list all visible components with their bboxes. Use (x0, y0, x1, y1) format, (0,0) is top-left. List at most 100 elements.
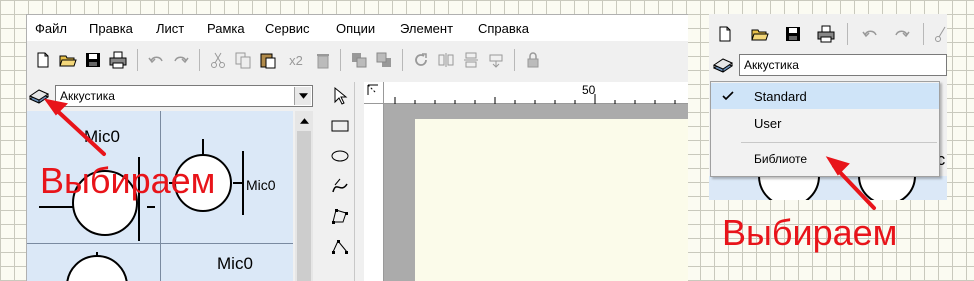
mirror-h-button[interactable] (435, 49, 457, 71)
symbol-cell-mic-4[interactable]: Mic0 (161, 244, 293, 281)
mirror-horizontal-icon (438, 53, 454, 67)
ruler-origin-icon (367, 84, 378, 95)
toolbar-separator (340, 49, 341, 71)
library-books-button[interactable] (711, 54, 735, 76)
toolbar-separator (847, 23, 848, 45)
rectangle-tool[interactable] (328, 114, 352, 138)
rotate-button[interactable] (410, 49, 432, 71)
ellipse-icon (331, 150, 349, 162)
menu-service[interactable]: Сервис (265, 21, 310, 36)
align-button[interactable] (485, 49, 507, 71)
save-icon (86, 53, 100, 67)
menu-help[interactable]: Справка (478, 21, 529, 36)
scrollbar-thumb[interactable] (297, 131, 311, 281)
main-window: Файл Правка Лист Рамка Сервис Опции Элем… (26, 14, 688, 281)
new-file-icon (37, 52, 49, 68)
annotation-text-right: Выбираем (722, 212, 898, 253)
menu-bar: Файл Правка Лист Рамка Сервис Опции Элем… (27, 15, 688, 41)
bring-front-button[interactable] (348, 49, 370, 71)
save-button[interactable] (82, 49, 104, 71)
ellipse-tool[interactable] (328, 144, 352, 168)
menu-element[interactable]: Элемент (400, 21, 453, 36)
polygon-icon (332, 209, 348, 224)
open-folder-icon (751, 29, 769, 41)
mirror-v-button[interactable] (460, 49, 482, 71)
vertical-ruler (364, 104, 384, 281)
open-button[interactable] (749, 23, 771, 45)
menu-item-standard[interactable]: Standard (711, 83, 939, 109)
select-tool[interactable] (328, 84, 352, 108)
print-button[interactable] (107, 49, 129, 71)
annotation-text-left: Выбираем (40, 160, 216, 201)
open-folder-icon (59, 55, 77, 67)
library-dropdown-menu: Standard User Библиоте (710, 81, 940, 177)
copy-icon (235, 52, 251, 69)
library-scrollbar[interactable] (295, 111, 313, 281)
print-button[interactable] (815, 23, 837, 45)
menu-separator (741, 142, 937, 143)
align-icon (489, 54, 503, 68)
toolbar-separator (402, 49, 403, 71)
bring-front-icon (352, 53, 367, 68)
library-books-button[interactable] (27, 85, 51, 107)
microphone-symbol-icon (66, 252, 128, 281)
redo-button[interactable] (891, 23, 913, 45)
new-file-button[interactable] (32, 49, 54, 71)
toolbar: x2 (27, 42, 688, 82)
toolbar-separator (199, 49, 200, 71)
menu-file[interactable]: Файл (35, 21, 67, 36)
library-combobox-value: Аккустика (744, 58, 799, 72)
send-back-icon (376, 52, 391, 67)
ruler-corner (364, 82, 384, 104)
menu-options[interactable]: Опции (336, 21, 375, 36)
paste-icon (260, 53, 276, 69)
duplicate-button[interactable]: x2 (283, 49, 309, 71)
menu-edit[interactable]: Правка (89, 21, 133, 36)
chevron-up-icon (299, 118, 309, 124)
polygon-tool[interactable] (328, 204, 352, 228)
copy-button[interactable] (232, 49, 254, 71)
new-file-icon (719, 26, 731, 42)
curve-icon (332, 178, 348, 193)
new-file-button[interactable] (714, 23, 736, 45)
save-button[interactable] (782, 23, 804, 45)
polyline-tool[interactable] (328, 234, 352, 258)
delete-button[interactable] (312, 49, 334, 71)
cursor-arrow-icon (334, 86, 348, 105)
library-combobox[interactable]: Аккустика (55, 85, 313, 107)
horizontal-ruler: 50 (384, 82, 688, 104)
save-icon (786, 27, 800, 41)
open-button[interactable] (57, 49, 79, 71)
ruler-ticks (394, 94, 676, 104)
symbol-library-grid-peek (709, 176, 947, 200)
menu-sheet[interactable]: Лист (156, 21, 184, 36)
send-back-button[interactable] (373, 49, 395, 71)
cut-button[interactable] (931, 23, 947, 45)
library-selector-row: Аккустика (27, 82, 323, 110)
lock-button[interactable] (522, 49, 544, 71)
paste-button[interactable] (257, 49, 279, 71)
redo-icon (895, 30, 910, 38)
menu-item-library[interactable]: Библиоте (711, 146, 939, 172)
menu-item-label: Библиоте (754, 152, 808, 166)
combobox-dropdown-button[interactable] (294, 87, 311, 105)
checkmark-icon (722, 91, 734, 101)
library-combobox-open[interactable]: Аккустика (739, 54, 947, 76)
undo-button[interactable] (859, 23, 881, 45)
scissors-icon (935, 26, 946, 42)
redo-icon (174, 56, 189, 64)
drawing-sheet[interactable] (415, 119, 688, 281)
menu-item-user[interactable]: User (711, 110, 939, 136)
toolbar-separator (923, 23, 924, 45)
symbol-label: Mic0 (217, 254, 253, 273)
symbol-cell-mic-3[interactable] (27, 244, 160, 281)
cut-button[interactable] (207, 49, 229, 71)
scroll-up-button[interactable] (295, 113, 313, 129)
print-icon (109, 51, 127, 69)
menu-item-label: Standard (754, 89, 807, 104)
menu-frame[interactable]: Рамка (207, 21, 245, 36)
curve-tool[interactable] (328, 174, 352, 198)
drawing-tools-panel (325, 82, 355, 281)
redo-button[interactable] (170, 49, 192, 71)
undo-button[interactable] (145, 49, 167, 71)
